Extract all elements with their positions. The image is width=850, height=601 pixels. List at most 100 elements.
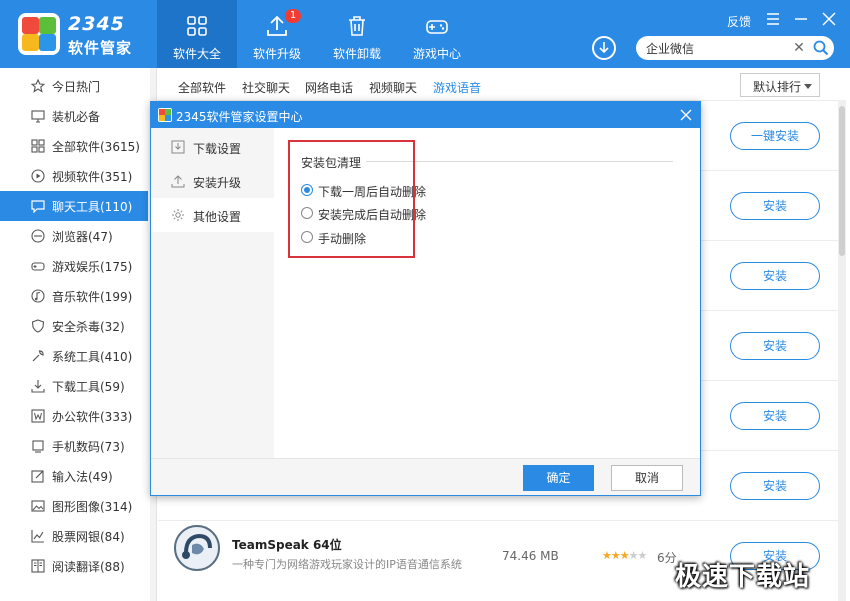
sidebar-item[interactable]: 游戏娱乐(175) [0, 251, 148, 281]
download-manager-icon[interactable] [592, 36, 616, 60]
monitor-icon [31, 110, 45, 123]
nav-tab-uninstall[interactable]: 软件卸载 [317, 0, 397, 68]
dialog-nav-install-upgrade[interactable]: 安装升级 [151, 164, 274, 198]
sidebar-item[interactable]: 输入法(49) [0, 461, 148, 491]
sidebar-item[interactable]: 下载工具(59) [0, 371, 148, 401]
dialog-titlebar: 2345软件管家设置中心 [151, 102, 700, 128]
minimize-icon[interactable] [790, 9, 812, 29]
dialog-nav-download-settings[interactable]: 下载设置 [151, 130, 274, 164]
star-icon [31, 79, 45, 93]
sidebar-item[interactable]: 音乐软件(199) [0, 281, 148, 311]
app-header: 2345 软件管家 软件大全 1 软件升级 软件卸载 游戏中心 反馈 企业微信 … [0, 0, 850, 68]
menu-icon[interactable] [762, 9, 784, 29]
subtab-video-chat[interactable]: 视频聊天 [369, 79, 417, 96]
install-button[interactable]: 安装 [730, 402, 820, 430]
sidebar-item[interactable]: 全部软件(3615) [0, 131, 148, 161]
search-icon[interactable] [812, 39, 830, 57]
sidebar-item[interactable]: 安全杀毒(32) [0, 311, 148, 341]
watermark-text: 极速下载站 [675, 562, 811, 592]
sidebar-item[interactable]: 浏览器(47) [0, 221, 148, 251]
nav-tab-all-software[interactable]: 软件大全 [157, 0, 237, 68]
dialog-nav: 下载设置 安装升级 其他设置 [151, 128, 274, 458]
list-scrollbar[interactable] [838, 100, 846, 601]
sidebar-item[interactable]: 装机必备 [0, 101, 148, 131]
sidebar-item[interactable]: 聊天工具(110) [0, 191, 148, 221]
word-icon [31, 409, 45, 423]
sidebar-item-label: 输入法(49) [52, 470, 113, 484]
app-description: 一种专门为网络游戏玩家设计的IP语音通信系统 [232, 558, 462, 571]
install-button[interactable]: 安装 [730, 332, 820, 360]
sidebar-item-label: 聊天工具(110) [52, 200, 133, 214]
sidebar-item-label: 办公软件(333) [52, 410, 133, 424]
search-input[interactable] [646, 39, 791, 57]
edit-icon [31, 470, 44, 483]
sidebar-item-label: 系统工具(410) [52, 350, 133, 364]
sidebar-item[interactable]: 手机数码(73) [0, 431, 148, 461]
trash-icon [349, 16, 365, 36]
sidebar-item-label: 视频软件(351) [52, 170, 133, 184]
star-filled-icon: ★ [619, 549, 630, 562]
clear-search-icon[interactable]: ✕ [791, 39, 807, 57]
sidebar-item[interactable]: 系统工具(410) [0, 341, 148, 371]
sidebar-item-label: 安全杀毒(32) [52, 320, 125, 334]
sidebar-item[interactable]: 阅读翻译(88) [0, 551, 148, 581]
nav-tab-upgrade[interactable]: 1 软件升级 [237, 0, 317, 68]
dialog-nav-other-settings[interactable]: 其他设置 [151, 198, 274, 232]
book-icon [31, 559, 45, 573]
sort-dropdown[interactable]: 默认排行 [740, 73, 820, 97]
ok-button[interactable]: 确定 [523, 465, 594, 491]
install-button[interactable]: 安装 [730, 262, 820, 290]
feedback-link[interactable]: 反馈 [727, 13, 751, 30]
chart-icon [31, 530, 44, 543]
brand-number: 2345 [68, 13, 125, 35]
nav-tab-game-center[interactable]: 游戏中心 [397, 0, 477, 68]
nav-tab-label: 软件升级 [252, 47, 301, 61]
install-button[interactable]: 安装 [730, 192, 820, 220]
chevron-down-icon [804, 84, 812, 89]
apps-icon [31, 139, 45, 153]
brand-logo [18, 13, 60, 55]
cancel-button[interactable]: 取消 [611, 465, 683, 491]
music-icon [31, 289, 45, 303]
browser-icon [31, 229, 45, 243]
install-button[interactable]: 安装 [730, 472, 820, 500]
app-score: 6分 [657, 551, 677, 565]
phone-icon [32, 440, 44, 453]
sidebar-item-label: 手机数码(73) [52, 440, 125, 454]
sidebar-item[interactable]: 股票网银(84) [0, 521, 148, 551]
rating-stars: ★★★★★ [602, 549, 648, 562]
sidebar-item[interactable]: 办公软件(333) [0, 401, 148, 431]
subtab-social[interactable]: 社交聊天 [242, 79, 290, 96]
search-box: ✕ [636, 36, 834, 60]
dialog-nav-label: 下载设置 [193, 142, 242, 156]
download-settings-icon [171, 140, 185, 154]
sidebar-item-label: 图形图像(314) [52, 500, 133, 514]
settings-dialog: 2345软件管家设置中心 下载设置 安装升级 其他设置 安装包清理 下载一周后自… [150, 101, 701, 496]
sidebar-item[interactable]: 图形图像(314) [0, 491, 148, 521]
game-icon [31, 262, 45, 271]
subtab-game-voice[interactable]: 游戏语音 [433, 79, 481, 96]
category-sidebar: 今日热门 装机必备全部软件(3615) 视频软件(351) 聊天工具(110) 浏览器(… [0, 68, 157, 601]
upgrade-badge: 1 [285, 9, 301, 23]
sidebar-item-label: 全部软件(3615) [52, 140, 140, 154]
dialog-nav-label: 其他设置 [193, 210, 242, 224]
annotation-highlight-box [288, 140, 415, 258]
star-filled-icon: ★ [610, 549, 621, 562]
sidebar-item-label: 音乐软件(199) [52, 290, 133, 304]
upgrade-icon [171, 175, 185, 188]
sidebar-item[interactable]: 视频软件(351) [0, 161, 148, 191]
dialog-footer: 确定 取消 [151, 458, 700, 495]
nav-tab-label: 游戏中心 [412, 47, 461, 61]
subtab-voip[interactable]: 网络电话 [305, 79, 353, 96]
dialog-nav-label: 安装升级 [193, 176, 242, 190]
sidebar-item-label: 阅读翻译(88) [52, 560, 125, 574]
star-empty-icon: ★ [628, 549, 639, 562]
close-icon[interactable] [818, 9, 840, 29]
star-empty-icon: ★ [637, 549, 648, 562]
scrollbar-thumb[interactable] [839, 106, 845, 256]
subtab-all[interactable]: 全部软件 [178, 79, 226, 96]
dialog-close-icon[interactable] [678, 107, 694, 123]
sidebar-item[interactable]: 今日热门 [0, 71, 148, 101]
star-filled-icon: ★ [602, 549, 612, 562]
one-click-install-button[interactable]: 一键安装 [730, 122, 820, 150]
